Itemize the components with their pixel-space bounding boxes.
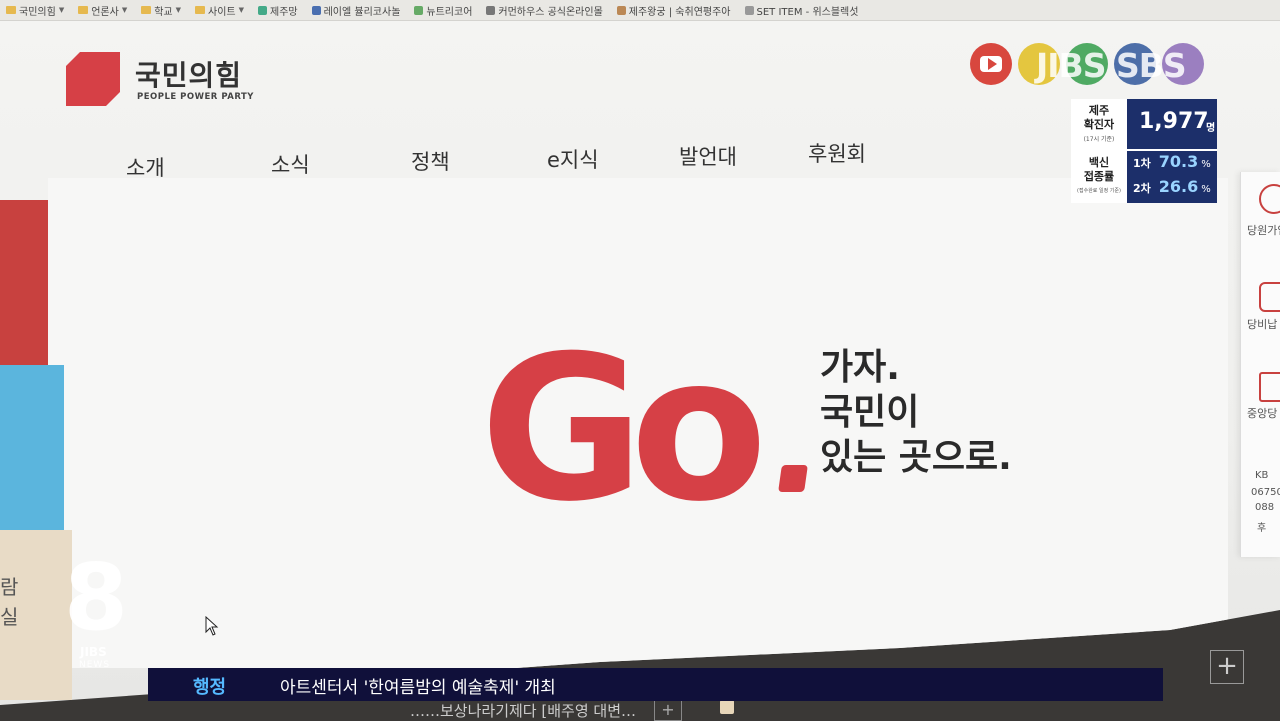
account-number-1: 06750: [1251, 487, 1280, 498]
bookmark-link[interactable]: 뉴트리코어: [414, 3, 472, 18]
covid-confirmed-value: 1,977: [1139, 109, 1209, 134]
account-bank: KB: [1255, 470, 1269, 481]
site-favicon-icon: [616, 5, 626, 15]
nav-item-eknowledge[interactable]: e지식: [547, 144, 599, 174]
site-logo-text[interactable]: 국민의힘: [135, 54, 242, 94]
party-logo-icon[interactable]: [66, 52, 120, 106]
site-favicon-icon: [744, 5, 754, 15]
account-number-2: 088: [1255, 502, 1275, 513]
site-favicon-icon: [311, 5, 321, 15]
quick-menu: 당원가입 당비납 중앙당 KB 06750 088 후: [1240, 172, 1280, 557]
broadcaster-watermark: JIBS SBS: [1036, 46, 1187, 85]
nav-item-support[interactable]: 후원회: [808, 138, 866, 168]
folder-icon: [141, 6, 152, 14]
channel-number-logo: 8: [64, 544, 129, 651]
bookmark-bar: 국민의힘 ▼ 언론사 ▼ 학교 ▼ 사이트 ▼ 제주망 레이엘 뷸리코사놀 뉴트리코어 …: [0, 0, 1280, 21]
covid-region-label: 제주: [1088, 104, 1110, 117]
hero-slogan: 가자. 국민이 있는 곳으로.: [820, 347, 1012, 478]
side-banner-text: 람 실: [0, 575, 19, 629]
bookmark-link[interactable]: 제주망: [258, 3, 298, 18]
covid-confirmed-unit: 명: [1206, 123, 1216, 134]
account-holder: 후: [1257, 523, 1267, 534]
covid-confirmed-sub: (17시 기준): [1083, 136, 1115, 143]
plus-icon: +: [654, 699, 682, 721]
bookmark-folder[interactable]: 학교 ▼: [141, 3, 181, 18]
quick-menu-item-join[interactable]: 당원가입: [1247, 222, 1280, 238]
folder-icon: [195, 6, 205, 14]
covid-vaccine-label: 백신: [1088, 156, 1110, 169]
covid-confirmed-label: 확진자: [1083, 118, 1115, 131]
site-favicon-icon: [486, 5, 496, 15]
hero-go-dot: [778, 465, 808, 492]
quick-menu-item-dues[interactable]: 당비납: [1247, 316, 1277, 332]
channel-brand: JIBS: [80, 645, 107, 659]
bookmark-link[interactable]: 커먼하우스 공식온라인몰: [486, 3, 603, 18]
mouse-cursor-icon: [205, 616, 219, 636]
user-plus-icon[interactable]: [1259, 184, 1280, 214]
nav-item-forum[interactable]: 발언대: [679, 141, 737, 171]
play-icon: [988, 58, 997, 70]
covid-vaccine-sub: (접수완료 일정 기준): [1077, 188, 1121, 194]
site-favicon-icon: [414, 5, 424, 15]
bookmark-folder[interactable]: 국민의힘 ▼: [6, 3, 64, 18]
hero-go-text: Go: [480, 313, 768, 546]
below-screen-text: ……보상나라기제다 [배주영 대변…: [410, 702, 636, 720]
covid-vaccine-first: 1차 70.3%: [1133, 152, 1211, 171]
folder-icon: [78, 6, 89, 14]
bookmark-link[interactable]: 레이엘 뷸리코사놀: [311, 3, 400, 18]
covid-vaccine-label-2: 접종률: [1083, 170, 1115, 183]
chevron-down-icon: ▼: [175, 6, 181, 14]
bookmark-folder[interactable]: 사이트 ▼: [195, 3, 244, 18]
side-banner-red[interactable]: [0, 200, 48, 365]
side-banner-blue[interactable]: [0, 365, 64, 530]
ticker-headline: 아트센터서 '한여름밤의 예술축제' 개최: [280, 678, 556, 698]
calendar-icon[interactable]: [1259, 372, 1280, 402]
channel-news-label: NEWS: [79, 660, 111, 670]
plus-icon: +: [1210, 650, 1244, 684]
site-logo-subtitle: PEOPLE POWER PARTY: [137, 92, 254, 102]
folder-icon: [720, 700, 734, 714]
ticker-category: 행정: [193, 677, 227, 698]
covid-status-box: 제주 확진자 (17시 기준) 1,977 명 백신 접종률 (접수완료 일정 …: [1071, 99, 1217, 203]
coins-icon[interactable]: [1259, 282, 1280, 312]
quick-menu-item-central[interactable]: 중앙당: [1247, 405, 1277, 421]
nav-item-news[interactable]: 소식: [271, 149, 310, 179]
bookmark-link[interactable]: SET ITEM - 위스블렉섯: [744, 3, 858, 18]
bookmark-link[interactable]: 제주왕궁 | 숙취연평주아: [616, 3, 731, 18]
news-ticker: 행정 아트센터서 '한여름밤의 예술축제' 개최: [148, 668, 1163, 701]
nav-item-policy[interactable]: 정책: [411, 146, 450, 176]
bookmark-folder[interactable]: 언론사 ▼: [78, 3, 127, 18]
chevron-down-icon: ▼: [238, 6, 244, 14]
site-favicon-icon: [258, 5, 267, 15]
folder-icon: [6, 6, 16, 14]
covid-vaccine-second: 2차 26.6%: [1133, 177, 1211, 196]
chevron-down-icon: ▼: [121, 6, 128, 14]
chevron-down-icon: ▼: [58, 6, 65, 14]
